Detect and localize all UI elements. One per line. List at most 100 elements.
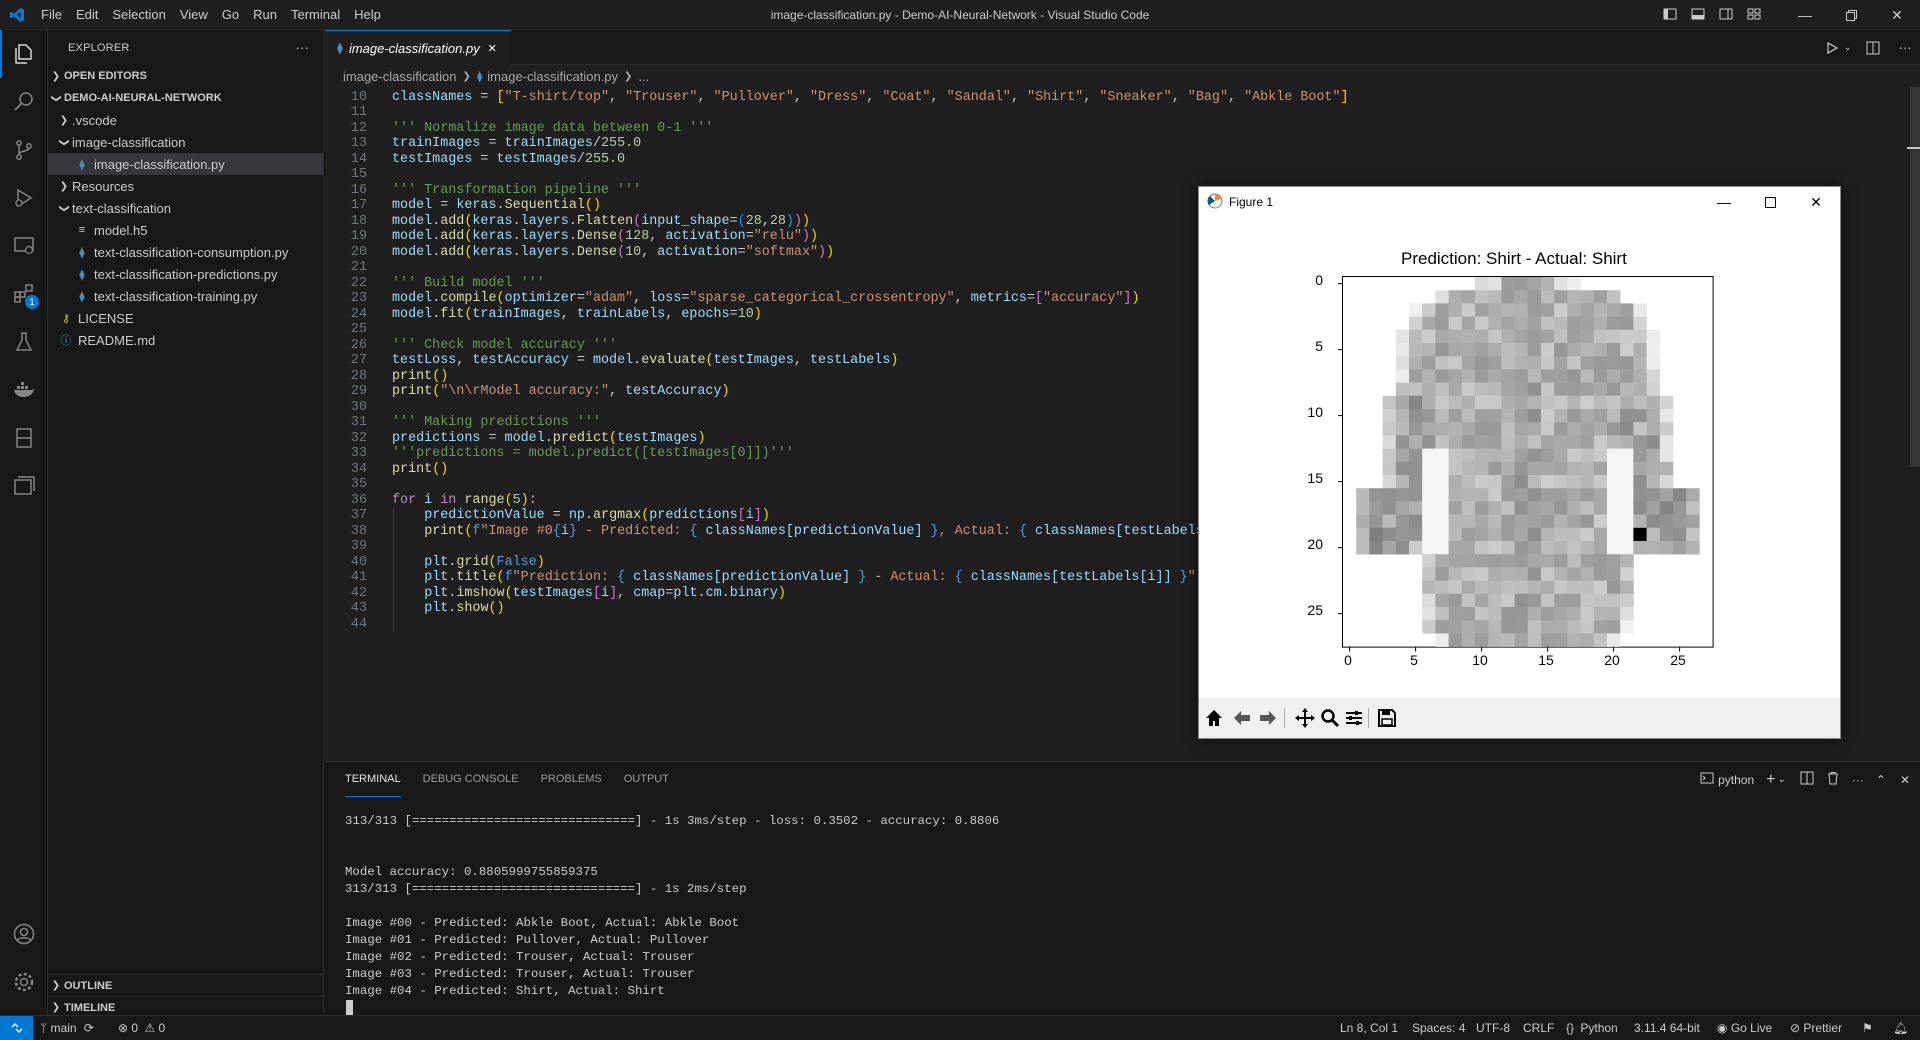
forward-icon[interactable]: [1256, 706, 1280, 730]
tab-output[interactable]: OUTPUT: [624, 762, 669, 797]
tree-item[interactable]: ⧫ text-classification-predictions.py: [48, 263, 323, 285]
explorer-more-actions-icon[interactable]: ···: [295, 40, 309, 55]
image-pixel: [1673, 488, 1687, 502]
menu-go[interactable]: Go: [215, 0, 246, 30]
accounts-icon[interactable]: [0, 910, 48, 958]
tree-item[interactable]: ⚷ LICENSE: [48, 307, 323, 329]
prettier-item[interactable]: ⊘ Prettier: [1790, 1016, 1842, 1040]
menu-terminal[interactable]: Terminal: [284, 0, 347, 30]
remote-indicator-icon[interactable]: [0, 1016, 33, 1040]
more-actions-icon[interactable]: ···: [1890, 40, 1920, 55]
search-icon[interactable]: [0, 78, 48, 126]
back-icon[interactable]: [1230, 706, 1254, 730]
customize-layout-icon[interactable]: [1740, 6, 1768, 25]
split-editor-icon[interactable]: [1856, 40, 1890, 56]
figure-close-button[interactable]: ✕: [1793, 187, 1839, 217]
menu-run[interactable]: Run: [246, 0, 284, 30]
tree-item[interactable]: ❯ .vscode: [48, 109, 323, 131]
home-icon[interactable]: [1202, 706, 1226, 730]
extensions-icon[interactable]: 1: [0, 270, 48, 318]
configure-subplots-icon[interactable]: [1342, 706, 1366, 730]
end-of-line[interactable]: CRLF: [1523, 1016, 1554, 1040]
restore-button[interactable]: [1828, 0, 1874, 30]
menu-edit[interactable]: Edit: [69, 0, 105, 30]
project-section[interactable]: ❯ DEMO-AI-NEURAL-NETWORK: [48, 87, 323, 109]
notebook-icon[interactable]: [0, 414, 48, 462]
docker-icon[interactable]: [0, 366, 48, 414]
breadcrumb-file[interactable]: image-classification.py: [487, 69, 618, 84]
run-file-icon[interactable]: [1820, 41, 1844, 55]
zoom-icon[interactable]: [1318, 706, 1342, 730]
image-pixel: [1580, 343, 1595, 357]
testing-icon[interactable]: [0, 318, 48, 366]
image-pixel: [1607, 422, 1621, 436]
go-live-item[interactable]: ◉ Go Live: [1717, 1016, 1772, 1040]
toggle-panel-icon[interactable]: [1684, 6, 1712, 25]
language-mode[interactable]: {} Python: [1566, 1016, 1618, 1040]
tree-item[interactable]: ❯ image-classification: [48, 131, 323, 153]
tree-item[interactable]: ⓘ README.md: [48, 329, 323, 351]
notifications-bell-icon[interactable]: 🔔︎: [1893, 1016, 1908, 1040]
editor-vertical-scrollbar[interactable]: [1907, 87, 1920, 761]
tab-close-icon[interactable]: ×: [488, 40, 497, 57]
toggle-secondary-sidebar-icon[interactable]: [1712, 6, 1740, 25]
tab-terminal[interactable]: TERMINAL: [345, 762, 401, 797]
tab-problems[interactable]: PROBLEMS: [541, 762, 602, 797]
breadcrumb-symbols[interactable]: ...: [638, 69, 649, 84]
tree-item[interactable]: ⧫ text-classification-training.py: [48, 285, 323, 307]
sync-icon[interactable]: ⟳: [84, 1021, 94, 1035]
tab-image-classification[interactable]: ⧫ image-classification.py ×: [325, 30, 511, 65]
figure-minimize-button[interactable]: —: [1701, 187, 1747, 217]
open-editors-section[interactable]: ❯ OPEN EDITORS: [48, 65, 323, 87]
tree-item[interactable]: ⧫ text-classification-consumption.py: [48, 241, 323, 263]
menu-selection[interactable]: Selection: [105, 0, 172, 30]
pan-icon[interactable]: [1293, 706, 1317, 730]
feedback-icon[interactable]: ⚑: [1862, 1016, 1873, 1040]
git-branch-item[interactable]: ᛘ main ⟳: [40, 1016, 94, 1040]
indentation[interactable]: Spaces: 4: [1412, 1016, 1465, 1040]
problems-item[interactable]: ⊗ 0 ⚠ 0: [118, 1016, 165, 1040]
outline-section[interactable]: ❯ OUTLINE: [48, 974, 323, 996]
kill-terminal-trash-icon[interactable]: [1826, 771, 1840, 788]
tab-debug-console[interactable]: DEBUG CONSOLE: [423, 762, 519, 797]
image-pixel: [1620, 343, 1634, 357]
encoding[interactable]: UTF-8: [1476, 1016, 1510, 1040]
layers-icon[interactable]: [0, 462, 48, 510]
source-control-icon[interactable]: [0, 126, 48, 174]
toggle-primary-sidebar-icon[interactable]: [1656, 6, 1684, 25]
menu-help[interactable]: Help: [347, 0, 388, 30]
split-terminal-icon[interactable]: [1800, 771, 1814, 788]
save-icon[interactable]: [1375, 706, 1399, 730]
close-panel-icon[interactable]: ✕: [1900, 773, 1910, 787]
image-pixel: [1409, 448, 1423, 463]
menu-view[interactable]: View: [173, 0, 215, 30]
close-window-button[interactable]: ✕: [1874, 0, 1920, 30]
bottom-panel: TERMINAL DEBUG CONSOLE PROBLEMS OUTPUT p…: [325, 761, 1920, 1015]
cursor-position[interactable]: Ln 8, Col 1: [1340, 1016, 1398, 1040]
image-pixel: [1659, 501, 1674, 515]
new-terminal-icon[interactable]: +: [1766, 771, 1775, 789]
panel-more-actions-icon[interactable]: ···: [1852, 773, 1864, 787]
image-pixel: [1607, 369, 1621, 383]
settings-gear-icon[interactable]: [0, 958, 48, 1006]
tree-item[interactable]: ❯ Resources: [48, 175, 323, 197]
breadcrumb-folder[interactable]: image-classification: [343, 69, 456, 84]
run-dropdown-chevron-icon[interactable]: ⌄: [1844, 42, 1856, 53]
tree-item[interactable]: ⧫ image-classification.py: [48, 153, 323, 175]
maximize-panel-chevron-icon[interactable]: ⌃: [1876, 773, 1886, 787]
plot-image-canvas[interactable]: [1338, 275, 1714, 652]
run-debug-icon[interactable]: [0, 174, 48, 222]
remote-explorer-icon[interactable]: [0, 222, 48, 270]
figure-maximize-button[interactable]: [1747, 187, 1793, 217]
minimize-button[interactable]: —: [1782, 0, 1828, 30]
python-interpreter[interactable]: 3.11.4 64-bit: [1634, 1016, 1700, 1040]
image-pixel: [1475, 567, 1489, 581]
vscode-logo-icon[interactable]: [0, 7, 34, 23]
explorer-icon[interactable]: [0, 30, 48, 78]
terminal-dropdown-chevron-icon[interactable]: ⌄: [1777, 774, 1785, 785]
tree-item[interactable]: ≡ model.h5: [48, 219, 323, 241]
tree-item[interactable]: ❯ text-classification: [48, 197, 323, 219]
menu-file[interactable]: File: [34, 0, 69, 30]
image-pixel: [1514, 633, 1529, 647]
terminal-shell-label[interactable]: python: [1718, 773, 1754, 787]
